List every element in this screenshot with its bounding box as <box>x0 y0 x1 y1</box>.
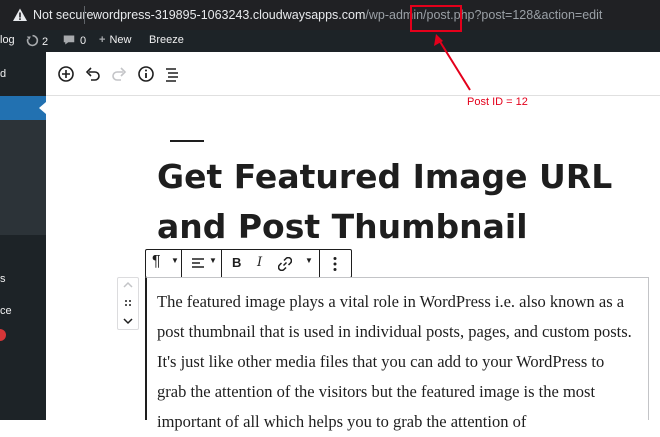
paragraph-text[interactable]: The featured image plays a vital role in… <box>157 287 637 437</box>
updates-icon <box>26 34 39 47</box>
block-inserter-icon[interactable] <box>56 64 76 84</box>
admin-bar-site-link[interactable]: log <box>0 34 15 46</box>
new-label: New <box>109 34 132 46</box>
list-view-icon[interactable] <box>162 64 182 84</box>
updates-count: 2 <box>42 36 49 48</box>
browser-address-bar: Not secure wordpress-319895-1063243.clou… <box>0 0 660 30</box>
update-badge <box>0 329 6 341</box>
block-type-switcher[interactable]: ¶ ▼ <box>146 250 182 277</box>
chevron-down-icon[interactable] <box>123 317 133 325</box>
redo-icon[interactable] <box>109 64 129 84</box>
address-divider <box>84 6 85 24</box>
plus-icon: + <box>99 34 106 46</box>
admin-bar-comments[interactable]: 0 <box>63 34 86 47</box>
link-icon[interactable] <box>278 257 292 271</box>
sidebar-item-appearance[interactable]: ce <box>0 305 12 317</box>
comments-count: 0 <box>80 35 87 47</box>
more-options-icon <box>333 257 337 271</box>
chevron-up-icon[interactable] <box>123 281 133 289</box>
wp-admin-bar: log 2 0 + New Breeze <box>0 30 660 52</box>
annotation-label: Post ID = 12 <box>467 96 528 108</box>
paragraph-icon: ¶ <box>152 253 161 270</box>
more-options[interactable] <box>320 250 351 277</box>
chevron-down-icon[interactable]: ▼ <box>305 256 313 265</box>
chevron-down-icon: ▼ <box>171 256 179 265</box>
url-host: wordpress-319895-1063243.cloudwaysapps.c… <box>93 8 366 22</box>
url-path: /wp-admin/post.php?post=128&action=edit <box>365 8 603 22</box>
post-title[interactable]: Get Featured Image URL and Post Thumbnai… <box>157 152 637 252</box>
info-icon[interactable] <box>136 64 156 84</box>
chevron-down-icon: ▼ <box>209 256 217 265</box>
comments-icon <box>63 35 75 45</box>
sidebar-current-arrow <box>39 102 46 114</box>
align-icon <box>192 258 204 268</box>
admin-sidebar: d s ce <box>0 52 46 420</box>
bold-button[interactable]: B <box>232 255 241 270</box>
align-control[interactable]: ▼ <box>182 250 222 277</box>
admin-bar-breeze[interactable]: Breeze <box>149 34 184 46</box>
warning-icon[interactable] <box>12 7 28 23</box>
sidebar-item-dashboard[interactable]: d <box>0 68 6 80</box>
annotation-highlight-box <box>410 5 462 32</box>
undo-icon[interactable] <box>83 64 103 84</box>
italic-button[interactable]: I <box>257 255 262 270</box>
separator-block[interactable] <box>170 140 204 142</box>
drag-handle-icon[interactable] <box>124 299 132 307</box>
block-mover <box>117 277 139 330</box>
editor-header-toolbar <box>46 52 660 96</box>
format-controls: B I ▼ <box>222 250 320 277</box>
admin-bar-new[interactable]: + New <box>99 34 131 46</box>
url-field[interactable]: wordpress-319895-1063243.cloudwaysapps.c… <box>93 8 602 22</box>
admin-bar-updates[interactable]: 2 <box>26 34 48 48</box>
sidebar-submenu <box>0 120 46 235</box>
block-toolbar: ¶ ▼ ▼ B I ▼ <box>145 249 352 278</box>
sidebar-item-plugins[interactable]: s <box>0 273 6 285</box>
